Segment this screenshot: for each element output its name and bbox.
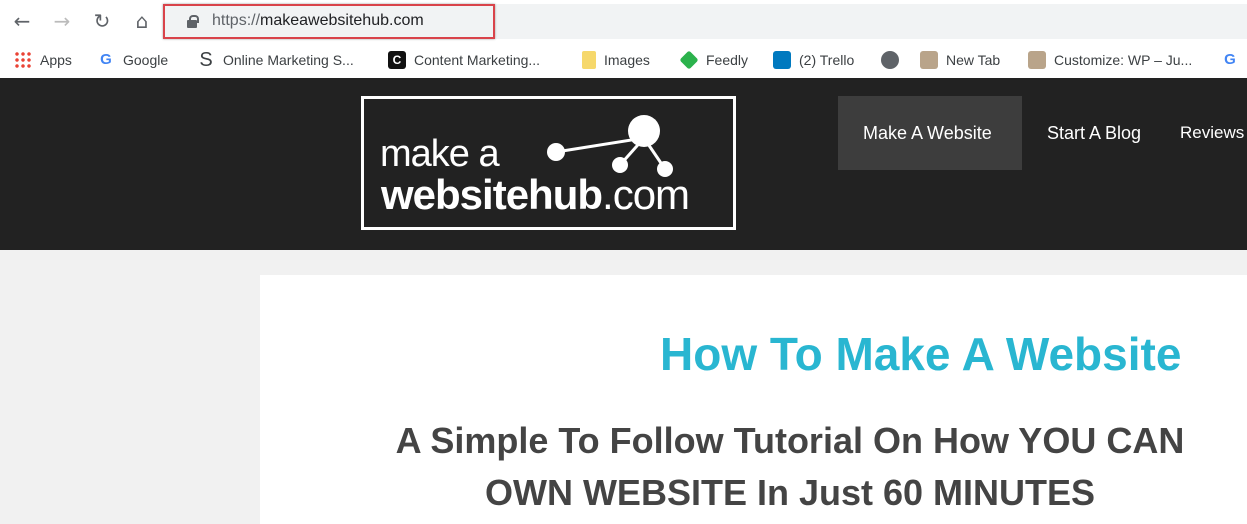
bookmark-content-marketing[interactable]: C Content Marketing...	[388, 51, 540, 69]
bookmarks-bar: Apps G Google S Online Marketing S... C Con…	[0, 42, 1247, 78]
back-icon[interactable]: ←	[10, 9, 34, 33]
feedly-icon	[679, 50, 699, 70]
bookmark-online-marketing[interactable]: S Online Marketing S...	[197, 49, 353, 71]
bookmark-globe[interactable]	[881, 51, 899, 69]
folder-icon	[582, 51, 596, 69]
google-icon: G	[100, 51, 112, 68]
nav-make-a-website[interactable]: Make A Website	[838, 96, 1022, 170]
forward-icon[interactable]: →	[50, 9, 74, 33]
address-bar[interactable]: https://makeawebsitehub.com	[163, 4, 495, 39]
trello-icon	[773, 51, 791, 69]
nav-reviews[interactable]: Reviews	[1160, 96, 1244, 170]
bookmark-new-tab[interactable]: New Tab	[920, 51, 1000, 69]
page-title: How To Make A Website	[660, 328, 1182, 380]
bookmark-trello[interactable]: (2) Trello	[773, 51, 854, 69]
google-icon: G	[1224, 51, 1236, 68]
s-icon: S	[199, 49, 213, 71]
lock-icon	[187, 15, 199, 28]
bookmark-google[interactable]: G Google	[97, 51, 168, 69]
site-logo[interactable]: make a websitehub.com	[361, 96, 736, 230]
browser-toolbar: ← → ↻ ⌂ https://makeawebsitehub.com	[0, 0, 1247, 42]
reload-icon[interactable]: ↻	[90, 9, 114, 33]
address-bar-background	[495, 4, 1247, 39]
tree-icon	[1028, 51, 1046, 69]
bookmark-customize-wp[interactable]: Customize: WP – Ju...	[1028, 51, 1192, 69]
page-subtitle: A Simple To Follow Tutorial On How YOU C…	[395, 420, 1185, 513]
c-icon: C	[388, 51, 406, 69]
globe-icon	[881, 51, 899, 69]
bookmark-apps[interactable]: Apps	[14, 51, 72, 69]
home-icon[interactable]: ⌂	[130, 9, 154, 33]
bookmark-google-2[interactable]: G	[1221, 51, 1239, 69]
content-card: How To Make A Website A Simple To Follow…	[260, 275, 1247, 524]
bookmark-images[interactable]: Images	[582, 51, 650, 69]
url-text: https://makeawebsitehub.com	[212, 12, 424, 29]
bookmark-feedly[interactable]: Feedly	[679, 50, 748, 70]
tree-icon	[920, 51, 938, 69]
nav-start-a-blog[interactable]: Start A Blog	[1022, 96, 1166, 170]
apps-grid-icon	[14, 51, 32, 69]
